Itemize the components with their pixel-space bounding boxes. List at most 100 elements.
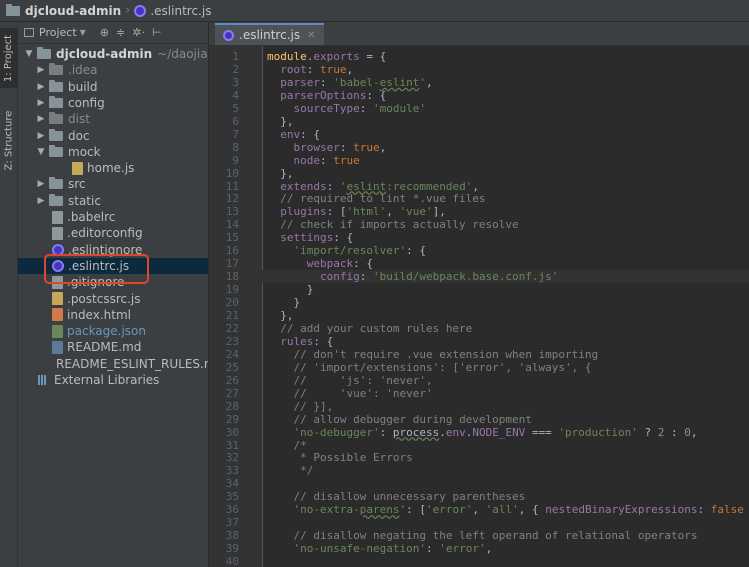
code-line[interactable]: 36 'no-extra-parens': ['error', 'all', {… (209, 503, 749, 516)
chevron-right-icon[interactable]: ▶ (36, 131, 46, 141)
code-line[interactable]: 6 }, (209, 115, 749, 128)
code-line[interactable]: 40 (209, 555, 749, 567)
chevron-right-icon[interactable]: ▶ (36, 65, 46, 75)
code-line[interactable]: 15 settings: { (209, 231, 749, 244)
code-line[interactable]: 17 webpack: { (209, 257, 749, 270)
collapse-icon[interactable]: ≑ (116, 26, 125, 39)
code-line[interactable]: 10 }, (209, 167, 749, 180)
code-line[interactable]: 25 // 'import/extensions': ['error', 'al… (209, 361, 749, 374)
line-number: 32 (225, 451, 239, 465)
code-line[interactable]: 13 plugins: ['html', 'vue'], (209, 205, 749, 218)
tree-folder[interactable]: ▶ doc (18, 128, 208, 144)
tree-file[interactable]: .postcssrc.js (18, 291, 208, 307)
line-number: 39 (225, 542, 239, 556)
code-line[interactable]: 22 // add your custom rules here (209, 322, 749, 335)
chevron-right-icon[interactable]: ▶ (36, 114, 46, 124)
code-text: config: 'build/webpack.base.conf.js' (319, 270, 559, 284)
code-line[interactable]: 33 */ (209, 464, 749, 477)
chevron-right-icon[interactable]: ▶ (36, 179, 46, 189)
tree-root[interactable]: ▼ djcloud-admin ~/daojia/djclo (18, 46, 208, 62)
line-number: 10 (225, 166, 239, 180)
code-line[interactable]: 2 root: true, (209, 63, 749, 76)
tab-eslintrc[interactable]: .eslintrc.js ✕ (215, 23, 324, 45)
chevron-down-icon[interactable]: ▼ (80, 28, 86, 37)
breadcrumb-file[interactable]: .eslintrc.js (134, 0, 211, 22)
code-text: } (267, 283, 314, 297)
code-line[interactable]: 29 // allow debugger during development (209, 413, 749, 426)
tree-external-libraries[interactable]: External Libraries (18, 372, 159, 388)
tree-folder[interactable]: ▶ dist (18, 111, 208, 127)
line-number: 23 (225, 334, 239, 348)
tree-file[interactable]: README_ESLINT_RULES.r (18, 356, 208, 372)
line-number: 24 (225, 347, 239, 361)
tree-item-label: .idea (68, 63, 98, 78)
chevron-right-icon[interactable]: ▶ (36, 82, 46, 92)
code-line[interactable]: 7 env: { (209, 128, 749, 141)
tree-file[interactable]: home.js (18, 160, 208, 176)
tab-project[interactable]: 1: Project (0, 28, 18, 88)
code-text: } (267, 296, 301, 310)
code-line[interactable]: 3 parser: 'babel-eslint', (209, 76, 749, 89)
code-line[interactable]: 18 config: 'build/webpack.base.conf.js' (209, 270, 749, 284)
code-line[interactable]: 24 // don't require .vue extension when … (209, 348, 749, 361)
chevron-right-icon[interactable]: ▶ (36, 98, 46, 108)
code-line[interactable]: 26 // 'js': 'never', (209, 374, 749, 387)
code-text: // required to lint *.vue files (280, 192, 486, 206)
tree-file[interactable]: index.html (18, 307, 208, 323)
tree-file[interactable]: README.md (18, 339, 208, 355)
hide-icon[interactable]: ⊢ (152, 26, 162, 39)
tree-item-label: mock (68, 144, 101, 159)
code-line[interactable]: 12 // required to lint *.vue files (209, 192, 749, 205)
chevron-down-icon[interactable]: ▼ (24, 49, 34, 59)
code-line[interactable]: 21 }, (209, 309, 749, 322)
tree-folder[interactable]: ▼ mock (18, 144, 208, 160)
tab-structure[interactable]: Z: Structure (0, 102, 18, 178)
code-line[interactable]: 4 parserOptions: { (209, 89, 749, 102)
code-line[interactable]: 35 // disallow unnecessary parentheses (209, 490, 749, 503)
code-line[interactable]: 31 /* (209, 439, 749, 452)
chevron-right-icon[interactable]: ▶ (36, 196, 46, 206)
code-line[interactable]: 16 'import/resolver': { (209, 244, 749, 257)
tree-folder[interactable]: ▶ config (18, 95, 208, 111)
code-area[interactable]: 1 module.exports = {2 root: true, 3 parser… (209, 46, 749, 567)
code-line[interactable]: 38 // disallow negating the left operand… (209, 529, 749, 542)
line-number: 7 (232, 127, 239, 141)
tree-file[interactable]: package.json (18, 323, 208, 339)
chevron-down-icon[interactable]: ▼ (36, 147, 46, 157)
code-text: browser: true, (293, 140, 387, 154)
breadcrumb-project[interactable]: djcloud-admin (0, 0, 121, 22)
tree-folder[interactable]: ▶ .idea (18, 62, 208, 78)
code-line[interactable]: 39 'no-unsafe-negation': 'error', (209, 542, 749, 555)
tree-folder[interactable]: ▶ static (18, 193, 208, 209)
html-file-icon (52, 308, 63, 322)
code-line[interactable]: 34 (209, 477, 749, 490)
tree-folder[interactable]: ▶ build (18, 79, 208, 95)
tree-folder[interactable]: ▶ src (18, 176, 208, 192)
code-line[interactable]: 32 * Possible Errors (209, 451, 749, 464)
code-line[interactable]: 8 browser: true, (209, 141, 749, 154)
eslint-file-icon (223, 29, 234, 41)
target-icon[interactable]: ⊕ (100, 26, 109, 39)
project-panel-title[interactable]: Project (39, 26, 77, 39)
code-line[interactable]: 1 module.exports = { (209, 50, 749, 63)
code-line[interactable]: 37 (209, 516, 749, 529)
tree-file[interactable]: .babelrc (18, 209, 208, 225)
code-line[interactable]: 14 // check if imports actually resolve (209, 218, 749, 231)
close-icon[interactable]: ✕ (307, 30, 315, 41)
code-line[interactable]: 20 } (209, 296, 749, 309)
code-line[interactable]: 27 // 'vue': 'never' (209, 387, 749, 400)
code-text: // don't require .vue extension when imp… (293, 347, 599, 361)
code-line[interactable]: 23 rules: { (209, 335, 749, 348)
code-line[interactable]: 30 'no-debugger': process.env.NODE_ENV =… (209, 426, 749, 439)
folder-icon (49, 79, 63, 92)
code-line[interactable]: 19 } (209, 283, 749, 296)
gear-icon[interactable]: ✲· (132, 26, 145, 39)
tree-root-path: ~/daojia/djclo (157, 47, 208, 61)
code-line[interactable]: 9 node: true (209, 154, 749, 167)
config-file-icon (52, 210, 63, 224)
tree-file[interactable]: .editorconfig (18, 225, 208, 241)
code-line[interactable]: 5 sourceType: 'module' (209, 102, 749, 115)
code-line[interactable]: 28 // }], (209, 400, 749, 413)
code-text: // add your custom rules here (280, 321, 473, 335)
code-line[interactable]: 11 extends: 'eslint:recommended', (209, 180, 749, 193)
